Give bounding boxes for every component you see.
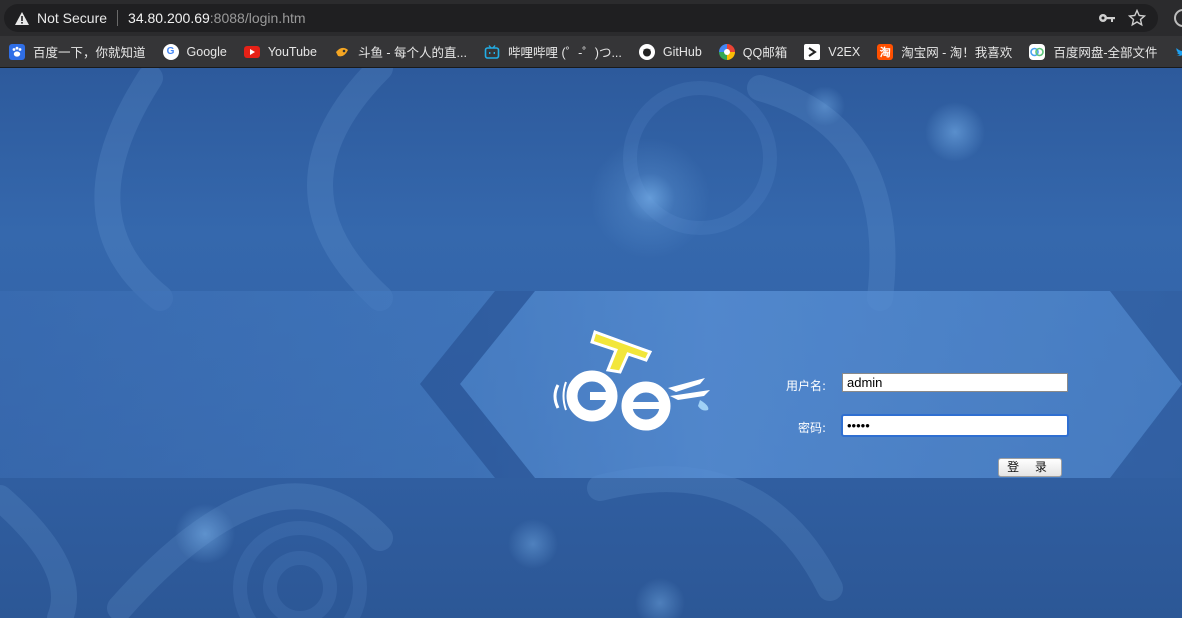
bookmark-douyu[interactable]: 斗鱼 - 每个人的直... xyxy=(325,40,475,64)
google-g-icon: G xyxy=(162,43,179,60)
taobao-icon: 淘 xyxy=(877,43,894,60)
qqmail-icon xyxy=(718,43,735,60)
browser-address-bar: Not Secure 34.80.200.69 :8088/login.htm xyxy=(0,0,1182,36)
bookmark-baidupan[interactable]: 百度网盘-全部文件 xyxy=(1020,40,1165,64)
bookmark-github[interactable]: GitHub xyxy=(630,40,710,64)
bilibili-tv-icon xyxy=(484,44,500,60)
bookmark-twitter[interactable] xyxy=(1165,40,1182,64)
bookmark-label: V2EX xyxy=(828,44,861,59)
bookmark-label: 哔哩哔哩 (゜-゜)つ... xyxy=(507,46,622,60)
bookmark-label: GitHub xyxy=(662,44,702,59)
profile-icon[interactable] xyxy=(1174,9,1182,27)
password-label: 密码: xyxy=(797,421,826,435)
gte-logo xyxy=(553,330,710,431)
warning-triangle-icon[interactable] xyxy=(13,9,31,27)
bookmark-label: 淘宝网 - 淘！我喜欢 xyxy=(901,46,1013,60)
bookmark-bilibili[interactable]: 哔哩哔哩 (゜-゜)つ... xyxy=(475,40,630,64)
bookmark-v2ex[interactable]: V2EX xyxy=(795,40,868,64)
bookmark-label: QQ邮箱 xyxy=(742,46,788,60)
bookmark-star-icon[interactable] xyxy=(1127,8,1147,27)
v2ex-icon xyxy=(804,43,821,60)
bookmark-qqmail[interactable]: QQ邮箱 xyxy=(710,40,795,64)
bookmark-taobao[interactable]: 淘 淘宝网 - 淘！我喜欢 xyxy=(868,40,1020,64)
login-button[interactable]: 登 录 xyxy=(998,458,1062,477)
bookmark-label: 百度一下，你就知道 xyxy=(33,46,146,60)
twitter-bird-icon xyxy=(1174,44,1182,60)
url-separator xyxy=(117,10,119,26)
douyu-fish-icon xyxy=(334,44,350,60)
baidu-pan-icon xyxy=(1029,43,1046,60)
bookmark-label: YouTube xyxy=(267,44,317,59)
url-host[interactable]: 34.80.200.69 xyxy=(128,10,210,26)
url-field[interactable]: Not Secure 34.80.200.69 :8088/login.htm xyxy=(4,4,1158,32)
username-input[interactable]: admin xyxy=(842,373,1068,392)
bookmark-youtube[interactable]: YouTube xyxy=(235,40,325,64)
bookmark-label: 百度网盘-全部文件 xyxy=(1053,46,1158,60)
not-secure-label[interactable]: Not Secure xyxy=(37,10,107,26)
bookmark-label: Google xyxy=(186,44,227,59)
password-input[interactable]: ••••• xyxy=(841,414,1069,437)
bookmark-baidu[interactable]: 百度一下，你就知道 xyxy=(0,40,154,64)
bookmarks-bar: 百度一下，你就知道 G Google YouTube 斗鱼 - 每个人的直...… xyxy=(0,36,1182,68)
youtube-play-icon xyxy=(243,45,260,58)
baidu-paw-icon xyxy=(9,43,25,60)
url-path[interactable]: :8088/login.htm xyxy=(210,10,306,26)
bookmark-label: 斗鱼 - 每个人的直... xyxy=(357,46,467,60)
bookmark-google[interactable]: G Google xyxy=(154,40,235,64)
username-label: 用户名: xyxy=(785,379,826,393)
login-page: 用户名: admin 密码: ••••• 登 录 xyxy=(0,68,1182,618)
github-cat-icon xyxy=(638,43,655,60)
key-icon[interactable] xyxy=(1098,10,1116,26)
